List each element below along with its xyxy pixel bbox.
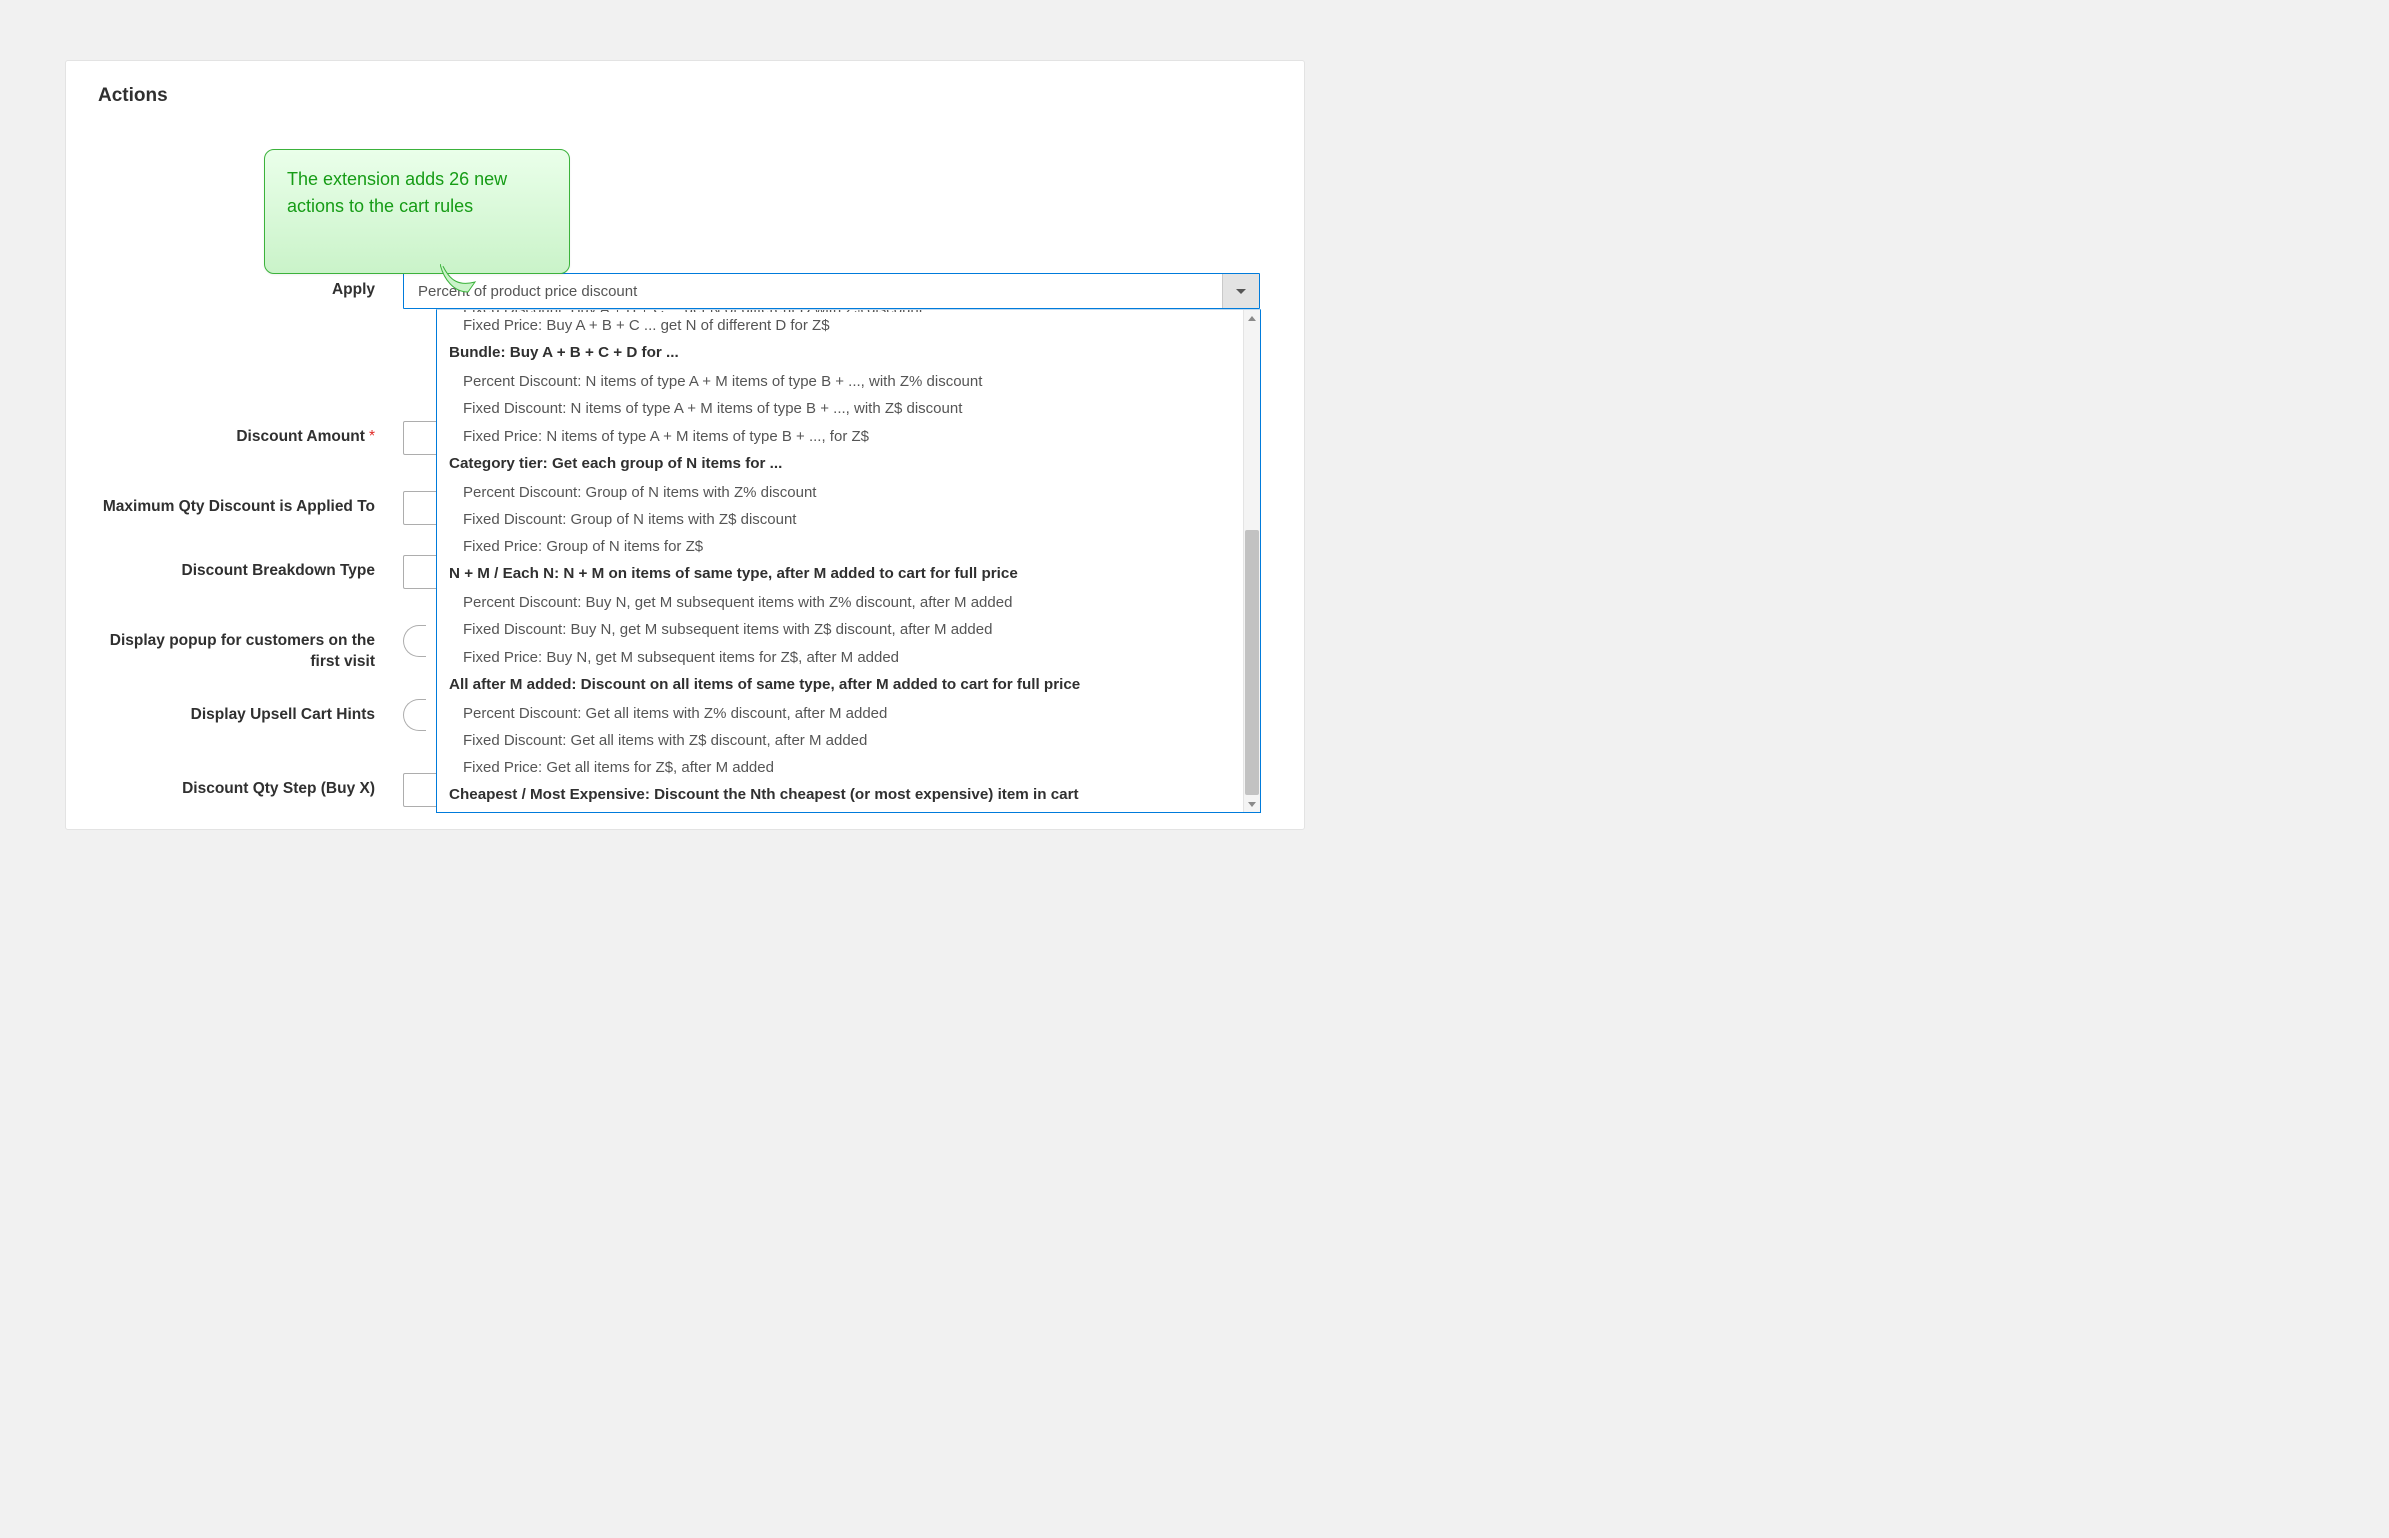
discount-amount-label: Discount Amount* <box>98 421 403 448</box>
chevron-up-icon <box>1248 316 1256 321</box>
dropdown-option[interactable]: Fixed Discount: N items of type A + M it… <box>437 395 1244 422</box>
discount-breakdown-label: Discount Breakdown Type <box>98 555 403 582</box>
dropdown-group-label: Cheapest / Most Expensive: Discount the … <box>437 781 1244 810</box>
callout-text: The extension adds 26 new actions to the… <box>287 169 507 216</box>
scrollbar-thumb[interactable] <box>1245 530 1259 795</box>
actions-panel: Actions The extension adds 26 new action… <box>65 60 1305 830</box>
dropdown-option[interactable]: Percent Discount: Buy N, get M subsequen… <box>437 589 1244 616</box>
dropdown-option[interactable]: Fixed Discount: Get all items with Z$ di… <box>437 727 1244 754</box>
apply-dropdown-list: Fixed Discount: Buy A + B + C ... get N … <box>437 310 1244 812</box>
display-popup-label: Display popup for customers on the first… <box>98 625 403 673</box>
dropdown-group-label: Category tier: Get each group of N items… <box>437 450 1244 479</box>
display-upsell-label: Display Upsell Cart Hints <box>98 699 403 726</box>
scroll-down-button[interactable] <box>1244 796 1260 812</box>
dropdown-option[interactable]: Fixed Price: Group of N items for Z$ <box>437 533 1244 560</box>
apply-dropdown[interactable]: Fixed Discount: Buy A + B + C ... get N … <box>436 309 1261 813</box>
panel-title: Actions <box>98 85 168 107</box>
info-callout: The extension adds 26 new actions to the… <box>264 149 570 274</box>
dropdown-option[interactable]: Fixed Price: Get all items for Z$, after… <box>437 754 1244 781</box>
dropdown-option[interactable]: Fixed Discount: Group of N items with Z$… <box>437 506 1244 533</box>
discount-qty-step-label: Discount Qty Step (Buy X) <box>98 773 403 800</box>
dropdown-group-label: Bundle: Buy A + B + C + D for ... <box>437 339 1244 368</box>
dropdown-option[interactable]: Percent Discount: N items of type A + M … <box>437 368 1244 395</box>
dropdown-option[interactable]: Fixed Price: N items of type A + M items… <box>437 423 1244 450</box>
dropdown-option[interactable]: Fixed Price: Buy A + B + C ... get N of … <box>437 312 1244 339</box>
scroll-up-button[interactable] <box>1244 310 1260 326</box>
dropdown-option[interactable]: Percent Discount: Get the nth cheapest i… <box>437 810 1244 812</box>
chevron-down-icon <box>1248 802 1256 807</box>
display-popup-toggle[interactable] <box>403 625 426 657</box>
dropdown-group-label: All after M added: Discount on all items… <box>437 671 1244 700</box>
display-upsell-toggle[interactable] <box>403 699 426 731</box>
dropdown-option[interactable]: Fixed Discount: Buy N, get M subsequent … <box>437 616 1244 643</box>
scrollbar-track[interactable] <box>1243 310 1260 812</box>
dropdown-option[interactable]: Fixed Price: Buy N, get M subsequent ite… <box>437 644 1244 671</box>
dropdown-option[interactable]: Percent Discount: Get all items with Z% … <box>437 700 1244 727</box>
callout-tail-icon <box>440 264 480 294</box>
dropdown-option[interactable]: Percent Discount: Group of N items with … <box>437 479 1244 506</box>
max-qty-label: Maximum Qty Discount is Applied To <box>98 491 403 518</box>
dropdown-group-label: N + M / Each N: N + M on items of same t… <box>437 560 1244 589</box>
